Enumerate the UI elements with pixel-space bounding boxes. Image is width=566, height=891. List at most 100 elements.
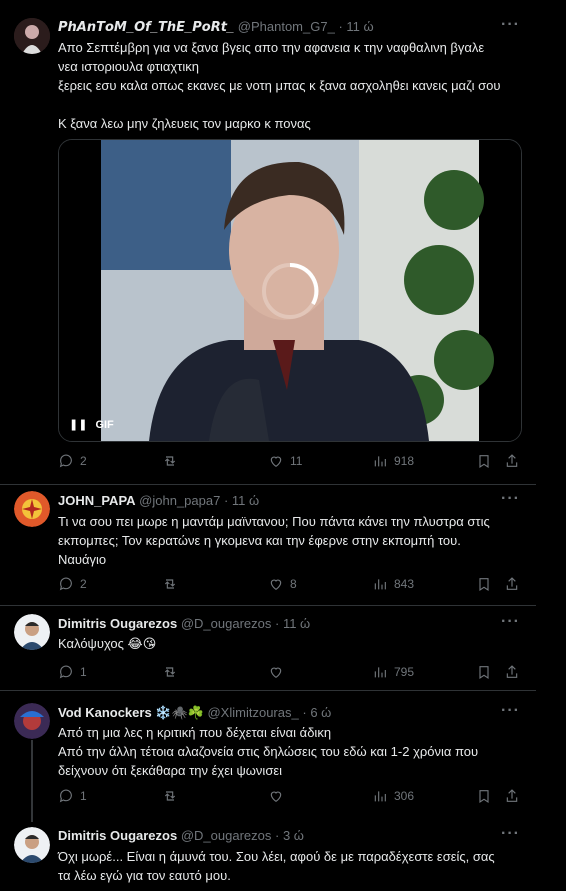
reply-button[interactable]: 2 [58,576,87,592]
text-line: τα λέω εγώ για τον εαυτό μου. [58,868,231,883]
like-button[interactable]: 11 [268,453,302,469]
timestamp[interactable]: 6 ώ [310,705,331,720]
reply-icon [59,665,72,679]
display-name[interactable]: Vod Kanockers ❄️🕷️☘️ [58,705,204,720]
bookmark-button[interactable] [476,664,492,680]
retweet-button[interactable] [162,788,178,804]
handle[interactable]: @D_ougarezos [181,616,272,631]
more-options-icon[interactable]: ··· [501,702,520,720]
views-button[interactable]: 918 [372,453,414,469]
text-line: δείχνουν ότι ξεκάθαρα την έχει ψωνισει [58,763,283,778]
text-line: Τι να σου πει μωρε η μαντάμ μαϊντανου; Π… [58,514,490,529]
text-line: Απο Σεπτέμβρη για να ξανα βγεις απο την … [58,40,485,55]
reply-count: 2 [80,577,87,591]
text-line: ξερεις εσυ καλα οπως εκανες με νοτη μπας… [58,78,501,93]
gif-badge[interactable]: ❚❚ GIF [69,418,114,432]
tweet[interactable]: JOHN_PAPA @john_papa7 · 11 ώ ··· Τι να σ… [0,485,536,605]
like-count: 11 [290,454,303,468]
tweet[interactable]: Vod Kanockers ❄️🕷️☘️ @Xlimitzouras_ · 6 … [0,691,536,821]
timestamp[interactable]: 11 ώ [232,493,259,508]
heart-icon [270,791,282,803]
views-button[interactable]: 306 [372,788,414,804]
bookmark-button[interactable] [476,576,492,592]
tweet[interactable]: Dimitris Ougarezos @D_ougarezos · 11 ώ ·… [0,606,536,690]
tweet-actions: 2 8 843 [58,576,520,594]
retweet-icon [164,579,176,589]
share-icon [506,789,518,802]
text-line: εκπομπες; Τον κερατώνε η γκομενα και την… [58,533,461,548]
share-button[interactable] [504,788,520,804]
handle[interactable]: @john_papa7 [139,493,220,508]
tweet-text: Καλόψυχος 😂😘 [58,634,524,653]
handle[interactable]: @Phantom_G7_ [238,19,335,34]
text-line: Όχι μωρέ... Είναι η άμυνά του. Σου λέει,… [58,849,495,864]
more-options-icon[interactable]: ··· [501,490,520,508]
handle[interactable]: @Xlimitzouras_ [207,705,298,720]
reply-button[interactable]: 1 [58,664,87,680]
heart-icon [270,579,282,591]
views-icon [374,579,386,590]
like-button[interactable] [268,788,284,804]
more-options-icon[interactable]: ··· [501,825,520,843]
display-name[interactable]: JOHN_PAPA [58,493,136,508]
share-icon [506,665,518,678]
tweet-header: 𝙋𝙝𝘼𝙣𝙏𝙤𝙈_𝙊𝙛_𝙏𝙝𝙀_𝙋𝙤𝙍𝙩_ @Phantom_G7_ · 11 ώ [58,19,374,35]
display-name[interactable]: Dimitris Ougarezos [58,828,177,843]
text-line: Ναυάγιο [58,552,107,567]
separator: · [274,828,280,843]
more-options-icon[interactable]: ··· [501,16,520,34]
gif-media[interactable]: ❚❚ GIF [58,139,522,442]
like-button[interactable] [268,664,284,680]
retweet-icon [164,456,176,466]
retweet-button[interactable] [162,453,178,469]
gif-label: GIF [95,418,114,431]
pause-icon[interactable]: ❚❚ [69,418,87,431]
display-name[interactable]: 𝙋𝙝𝘼𝙣𝙏𝙤𝙈_𝙊𝙛_𝙏𝙝𝙀_𝙋𝙤𝙍𝙩_ [58,19,234,34]
tweet-text: Όχι μωρέ... Είναι η άμυνά του. Σου λέει,… [58,847,524,885]
reply-button[interactable]: 2 [58,453,87,469]
reply-count: 1 [80,789,87,803]
tweet[interactable]: Dimitris Ougarezos @D_ougarezos · 3 ώ ··… [0,822,536,891]
text-line: Καλόψυχος 😂😘 [58,636,157,651]
bookmark-button[interactable] [476,788,492,804]
text-line: Από τη μια λες η κριτική που δέχεται είν… [58,725,332,740]
avatar[interactable] [14,18,50,54]
text-line [58,95,524,114]
like-button[interactable]: 8 [268,576,297,592]
share-button[interactable] [504,576,520,592]
bookmark-button[interactable] [476,453,492,469]
views-button[interactable]: 795 [372,664,414,680]
separator: · [274,616,280,631]
share-icon [506,454,518,467]
tweet-header: JOHN_PAPA @john_papa7 · 11 ώ [58,493,259,508]
scrollbar-track[interactable] [536,0,566,891]
reply-button[interactable]: 1 [58,788,87,804]
timestamp[interactable]: 11 ώ [283,616,310,631]
avatar[interactable] [14,827,50,863]
handle[interactable]: @D_ougarezos [181,828,272,843]
share-button[interactable] [504,453,520,469]
timestamp[interactable]: 3 ώ [283,828,304,843]
more-options-icon[interactable]: ··· [501,613,520,631]
views-button[interactable]: 843 [372,576,414,592]
view-count: 918 [394,454,415,468]
view-count: 306 [394,789,415,803]
tweet-header: Vod Kanockers ❄️🕷️☘️ @Xlimitzouras_ · 6 … [58,705,331,721]
retweet-button[interactable] [162,664,178,680]
share-icon [506,577,518,590]
avatar[interactable] [14,703,50,739]
gif-frame [59,140,521,441]
retweet-icon [164,667,176,677]
avatar[interactable] [14,614,50,650]
tweet-actions: 1 306 [58,788,520,806]
timestamp[interactable]: 11 ώ [346,19,373,34]
reply-icon [59,577,72,591]
display-name[interactable]: Dimitris Ougarezos [58,616,177,631]
heart-icon [270,667,282,679]
retweet-button[interactable] [162,576,178,592]
avatar[interactable] [14,491,50,527]
tweet[interactable]: 𝙋𝙝𝘼𝙣𝙏𝙤𝙈_𝙊𝙛_𝙏𝙝𝙀_𝙋𝙤𝙍𝙩_ @Phantom_G7_ · 11 ώ… [0,0,536,484]
reply-count: 2 [80,454,87,468]
view-count: 843 [394,577,415,591]
share-button[interactable] [504,664,520,680]
